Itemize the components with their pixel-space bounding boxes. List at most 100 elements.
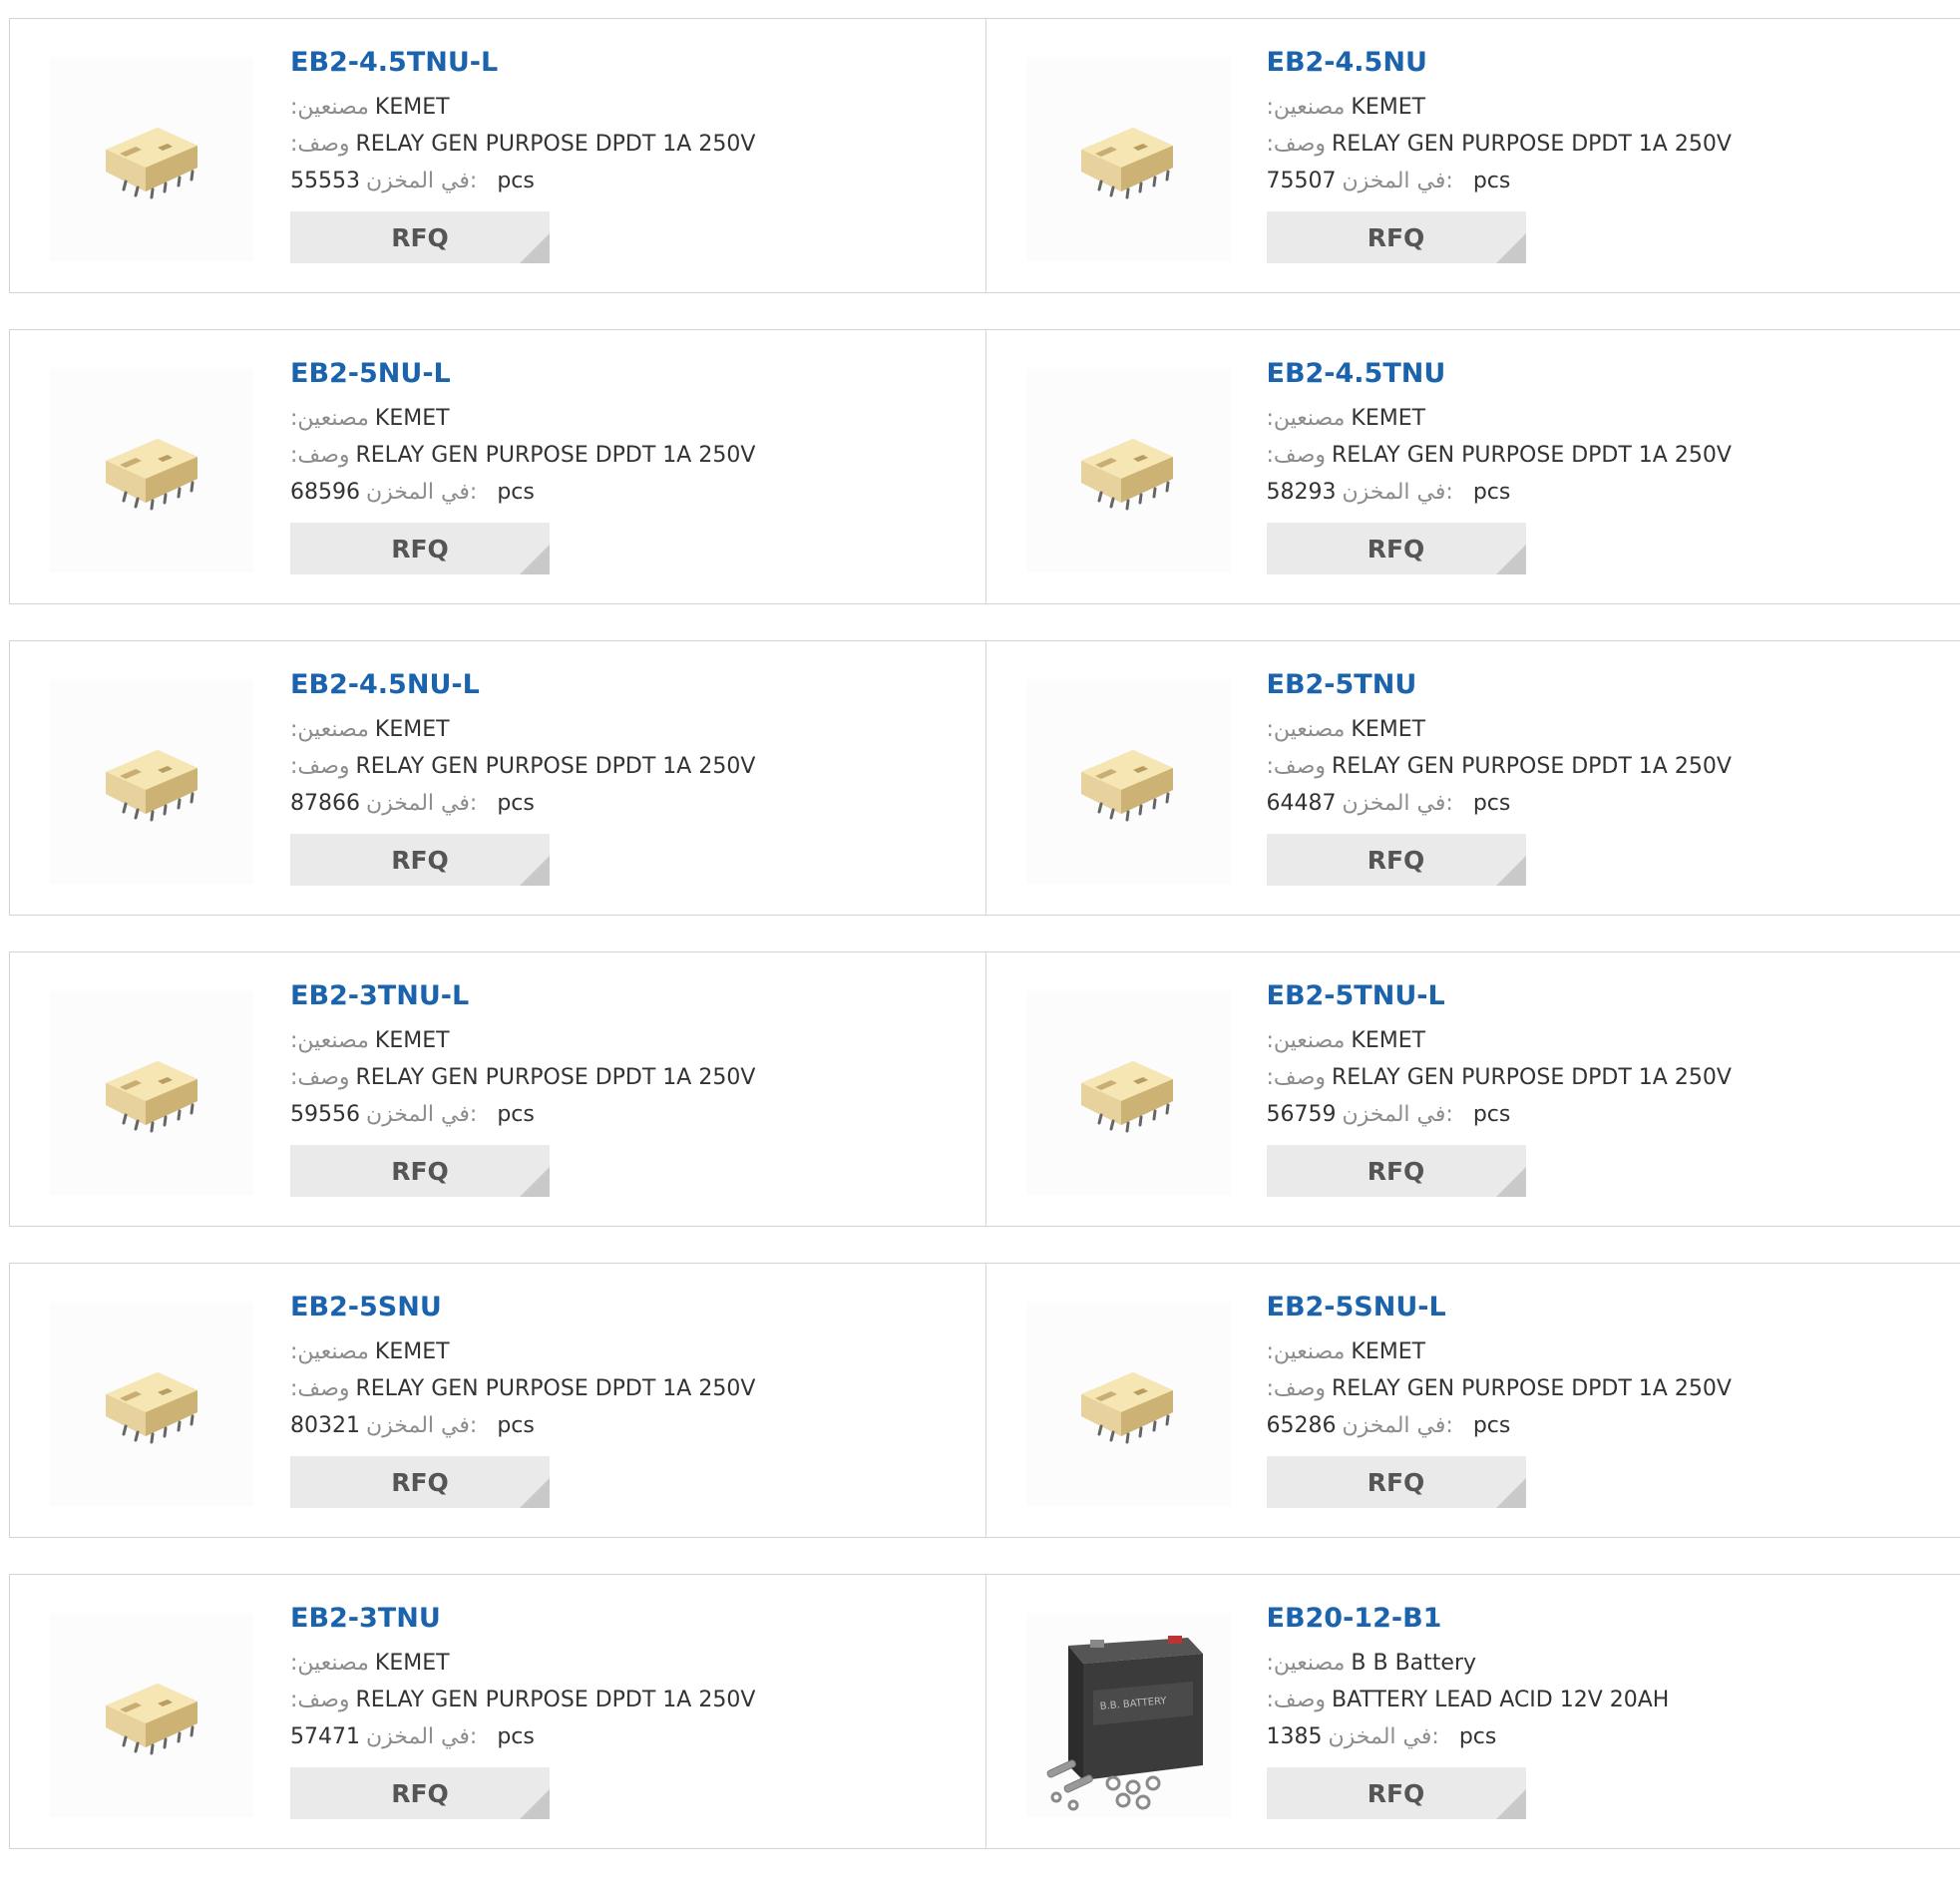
stock-line: 1385في المخزن:pcs [1267,1718,1670,1755]
stock-label: في المخزن: [366,1102,477,1127]
stock-line: 55553في المخزن:pcs [290,163,755,199]
stock-label: في المخزن: [1343,169,1453,193]
product-image[interactable] [1026,679,1231,884]
manufacturer-label: :مصنعين [1267,406,1346,431]
manufacturer-value: KEMET [375,717,450,742]
stock-value: 64487 [1267,791,1337,816]
stock-value: 1385 [1267,1724,1323,1749]
description-line: :وصفRELAY GEN PURPOSE DPDT 1A 250V [290,126,755,163]
description-value: RELAY GEN PURPOSE DPDT 1A 250V [1332,443,1732,468]
description-label: :وصف [290,443,350,468]
product-image[interactable] [50,1613,254,1817]
part-number-link[interactable]: EB2-5TNU-L [1267,982,1732,1022]
stock-value: 55553 [290,169,360,193]
product-card: EB2-3TNU-L:مصنعينKEMET:وصفRELAY GEN PURP… [10,952,985,1226]
part-number-link[interactable]: EB2-4.5NU-L [290,671,755,711]
description-line: :وصفRELAY GEN PURPOSE DPDT 1A 250V [1267,748,1732,785]
description-label: :وصف [1267,1688,1327,1712]
product-image[interactable] [1026,368,1231,572]
product-info: EB2-5TNU-L:مصنعينKEMET:وصفRELAY GEN PURP… [1267,982,1732,1197]
rfq-button[interactable]: RFQ [290,523,550,574]
stock-line: 65286في المخزن:pcs [1267,1407,1732,1444]
part-number-link[interactable]: EB2-3TNU [290,1605,755,1645]
manufacturer-value: KEMET [1351,1339,1425,1364]
rfq-label: RFQ [391,535,449,564]
rfq-button[interactable]: RFQ [290,211,550,263]
stock-line: 64487في المخزن:pcs [1267,785,1732,822]
rfq-label: RFQ [1368,535,1425,564]
rfq-button[interactable]: RFQ [1267,834,1526,886]
description-value: RELAY GEN PURPOSE DPDT 1A 250V [356,443,756,468]
corner-decoration [1496,856,1526,886]
part-number-link[interactable]: EB2-5TNU [1267,671,1732,711]
manufacturer-line: :مصنعينKEMET [290,1022,755,1059]
product-card: EB2-4.5TNU-L:مصنعينKEMET:وصفRELAY GEN PU… [10,19,985,292]
part-number-link[interactable]: EB2-5SNU-L [1267,1294,1732,1333]
description-line: :وصفBATTERY LEAD ACID 12V 20AH [1267,1682,1670,1718]
part-number-link[interactable]: EB2-4.5TNU [1267,360,1732,400]
description-value: RELAY GEN PURPOSE DPDT 1A 250V [1332,1376,1732,1401]
description-value: BATTERY LEAD ACID 12V 20AH [1332,1688,1669,1712]
rfq-label: RFQ [391,1157,449,1186]
rfq-button[interactable]: RFQ [1267,211,1526,263]
manufacturer-line: :مصنعينKEMET [1267,711,1732,748]
stock-label: في المخزن: [1343,480,1453,505]
rfq-label: RFQ [391,1468,449,1497]
part-number-link[interactable]: EB2-5SNU [290,1294,755,1333]
product-info: EB2-5NU-L:مصنعينKEMET:وصفRELAY GEN PURPO… [290,360,755,574]
pcs-unit: pcs [497,480,535,505]
product-image[interactable] [50,57,254,261]
rfq-button[interactable]: RFQ [290,1767,550,1819]
product-image[interactable] [50,679,254,884]
product-image[interactable] [1026,57,1231,261]
rfq-button[interactable]: RFQ [290,1456,550,1508]
manufacturer-label: :مصنعين [290,717,369,742]
pcs-unit: pcs [497,1724,535,1749]
rfq-button[interactable]: RFQ [1267,1456,1526,1508]
product-info: EB2-4.5NU:مصنعينKEMET:وصفRELAY GEN PURPO… [1267,49,1732,263]
rfq-label: RFQ [1368,1157,1425,1186]
part-number-link[interactable]: EB20-12-B1 [1267,1605,1670,1645]
description-line: :وصفRELAY GEN PURPOSE DPDT 1A 250V [1267,1059,1732,1096]
manufacturer-value: KEMET [375,406,450,431]
product-image[interactable] [1026,990,1231,1195]
product-row: EB2-5SNU:مصنعينKEMET:وصفRELAY GEN PURPOS… [9,1263,1960,1538]
corner-decoration [520,856,550,886]
product-image[interactable]: B.B. BATTERY [1026,1613,1231,1817]
product-info: EB2-3TNU:مصنعينKEMET:وصفRELAY GEN PURPOS… [290,1605,755,1819]
product-card: EB2-5SNU-L:مصنعينKEMET:وصفRELAY GEN PURP… [985,1264,1960,1537]
rfq-button[interactable]: RFQ [1267,523,1526,574]
stock-value: 75507 [1267,169,1337,193]
manufacturer-label: :مصنعين [1267,1028,1346,1053]
rfq-button[interactable]: RFQ [290,1145,550,1197]
product-image[interactable] [50,1302,254,1506]
rfq-button[interactable]: RFQ [290,834,550,886]
stock-value: 68596 [290,480,360,505]
part-number-link[interactable]: EB2-4.5NU [1267,49,1732,89]
rfq-button[interactable]: RFQ [1267,1145,1526,1197]
stock-label: في المخزن: [366,1413,477,1438]
product-image[interactable] [1026,1302,1231,1506]
part-number-link[interactable]: EB2-3TNU-L [290,982,755,1022]
pcs-unit: pcs [497,791,535,816]
manufacturer-label: :مصنعين [1267,1651,1346,1676]
manufacturer-line: :مصنعينKEMET [1267,400,1732,437]
product-grid: EB2-4.5TNU-L:مصنعينKEMET:وصفRELAY GEN PU… [9,18,1960,1885]
rfq-button[interactable]: RFQ [1267,1767,1526,1819]
part-number-link[interactable]: EB2-4.5TNU-L [290,49,755,89]
rfq-label: RFQ [391,1779,449,1808]
product-image[interactable] [50,990,254,1195]
stock-line: 58293في المخزن:pcs [1267,474,1732,511]
part-number-link[interactable]: EB2-5NU-L [290,360,755,400]
manufacturer-value: KEMET [375,1339,450,1364]
description-line: :وصفRELAY GEN PURPOSE DPDT 1A 250V [290,437,755,474]
stock-line: 68596في المخزن:pcs [290,474,755,511]
corner-decoration [1496,1789,1526,1819]
product-card: EB2-5SNU:مصنعينKEMET:وصفRELAY GEN PURPOS… [10,1264,985,1537]
product-image[interactable] [50,368,254,572]
product-row: EB2-5NU-L:مصنعينKEMET:وصفRELAY GEN PURPO… [9,329,1960,604]
pcs-unit: pcs [1473,169,1511,193]
stock-value: 56759 [1267,1102,1337,1127]
stock-value: 65286 [1267,1413,1337,1438]
product-card: EB2-3TNU:مصنعينKEMET:وصفRELAY GEN PURPOS… [10,1575,985,1848]
